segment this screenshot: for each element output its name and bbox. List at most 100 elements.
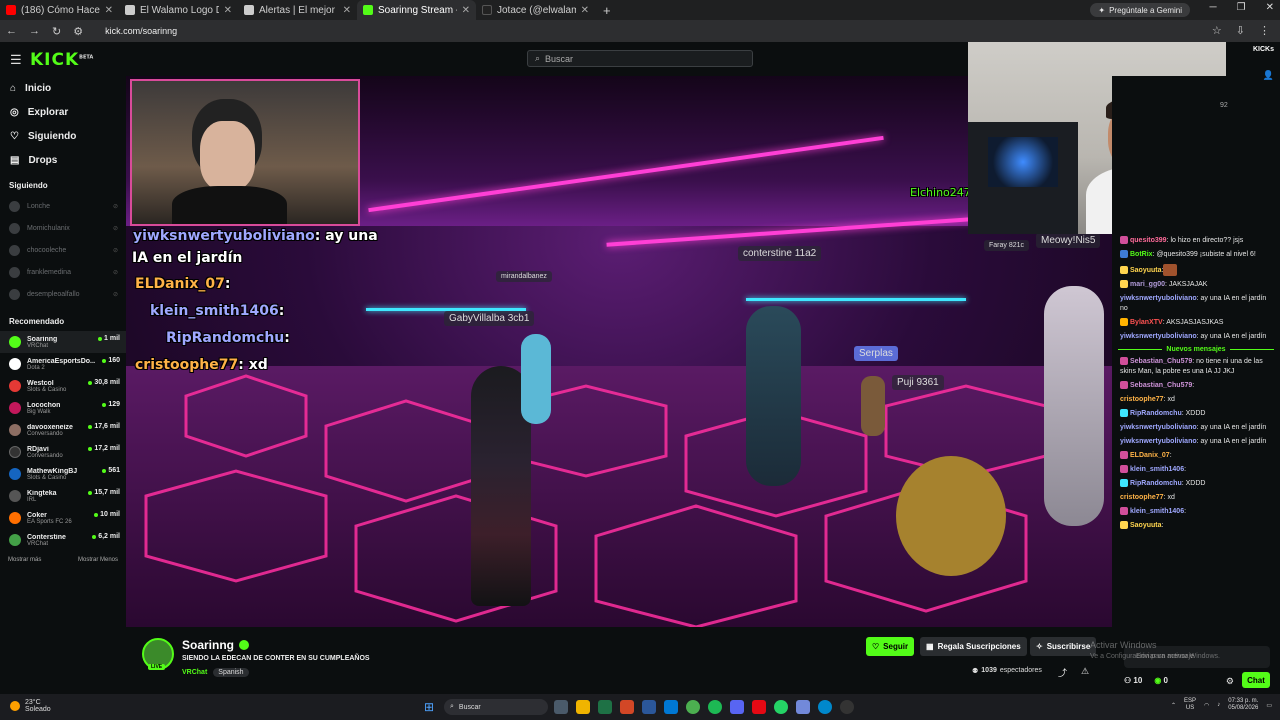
search-input[interactable]: ⌕ Buscar [527,50,753,67]
back-icon[interactable]: ← [6,25,17,37]
channel-name[interactable]: Soarinng [182,638,234,652]
app-icon[interactable] [796,700,810,714]
spotify-icon[interactable] [708,700,722,714]
following-item[interactable]: chocooleche ⊘ [0,239,126,261]
download-icon[interactable]: ⇩ [1236,24,1245,37]
menu-dots-icon[interactable]: ⋮ [1259,24,1270,37]
report-icon[interactable]: ⚠ [1081,666,1089,677]
discord-icon[interactable] [730,700,744,714]
chat-user[interactable]: ELDanix_07 [1130,452,1170,459]
chat-user[interactable]: Sebastian_Chu579 [1130,382,1192,389]
close-tab-icon[interactable]: ✕ [581,5,589,16]
recommended-item[interactable]: Locochon Big Walk 129 [0,397,126,419]
chat-user[interactable]: cristoophe77 [1120,494,1164,501]
chat-user[interactable]: yiwksnwertyuboliviano [1120,333,1197,340]
chat-user[interactable]: Saoyuuta [1130,267,1162,274]
user-icon[interactable]: 👤 [1263,70,1274,81]
chat-user[interactable]: BotRix [1130,251,1153,258]
kicks-label[interactable]: KICKs [1253,46,1274,53]
chat-user[interactable]: Sebastian_Chu579 [1130,358,1192,365]
browser-tab[interactable]: (186) Cómo Hacer Streams en R ✕ [0,0,119,20]
close-tab-icon[interactable]: ✕ [462,5,470,16]
chat-user[interactable]: klein_smith1406 [1130,466,1184,473]
chat-user[interactable]: yiwksnwertyuboliviano [1120,295,1197,302]
file-explorer-icon[interactable] [576,700,590,714]
recommended-item[interactable]: Kingteka IRL 15,7 mil [0,485,126,507]
powerpoint-icon[interactable] [620,700,634,714]
volume-icon[interactable]: ♪ [1217,702,1220,708]
taskbar-search[interactable]: ⌕ Buscar [444,699,548,715]
close-tab-icon[interactable]: ✕ [105,5,113,16]
category-link[interactable]: VRChat [182,669,207,676]
nav-item-explorar[interactable]: ◎ Explorar [10,100,116,124]
chat-user[interactable]: cristoophe77 [1120,396,1164,403]
follow-button[interactable]: ♡ Seguir [866,637,915,656]
share-icon[interactable]: ⤴ [1058,666,1067,679]
recommended-item[interactable]: Soarinng VRChat 1 mil [0,331,126,353]
show-more-link[interactable]: Mostrar más [8,557,41,563]
browser-tab-active[interactable]: Soarinng Stream - Watch Li ✕ [357,0,476,20]
recommended-item[interactable]: Coker EA Sports FC 26 10 mil [0,507,126,529]
chat-user[interactable]: BylanXTV [1130,319,1163,326]
close-tab-icon[interactable]: ✕ [224,5,232,16]
browser-tab[interactable]: El Walamo Logo Design ✕ [119,0,238,20]
chat-user[interactable]: RipRandomchu [1130,410,1182,417]
nav-item-drops[interactable]: ▤ Drops [10,148,116,172]
chat-user[interactable]: quesito399 [1130,237,1167,244]
chat-user[interactable]: RipRandomchu [1130,480,1182,487]
browser-tab[interactable]: Jotace (@elwalamos) | TikTok ✕ [476,0,595,20]
following-item[interactable]: desempleoalfallo ⊘ [0,283,126,305]
recommended-item[interactable]: MathewKingBJ Slots & Casino 561 [0,463,126,485]
chat-user[interactable]: yiwksnwertyuboliviano [1120,424,1197,431]
show-less-link[interactable]: Mostrar Menos [78,557,118,563]
telegram-icon[interactable] [818,700,832,714]
recommended-item[interactable]: AmericaEsportsDo... Dota 2 160 [0,353,126,375]
site-info-icon[interactable]: ⚙ [73,25,83,38]
bookmark-star-icon[interactable]: ☆ [1212,24,1222,37]
close-tab-icon[interactable]: ✕ [343,5,351,16]
points-display[interactable]: ⚇ 10 [1124,676,1142,685]
recommended-item[interactable]: davooxeneize Conversando 17,6 mil [0,419,126,441]
send-chat-button[interactable]: Chat [1242,672,1270,688]
tray-chevron-icon[interactable]: ⌃ [1171,702,1176,709]
new-tab-icon[interactable]: + [595,3,619,18]
language-tag[interactable]: Spanish [213,668,249,677]
recommended-item[interactable]: Westcol Slots & Casino 30,8 mil [0,375,126,397]
settings-gear-icon[interactable]: ⚙ [1226,676,1234,687]
reload-icon[interactable]: ↻ [52,25,61,38]
whatsapp-icon[interactable] [774,700,788,714]
following-item[interactable]: Lonche ⊘ [0,195,126,217]
maximize-icon[interactable]: ❐ [1237,2,1246,13]
close-window-icon[interactable]: ✕ [1266,2,1274,13]
task-view-icon[interactable] [554,700,568,714]
hamburger-menu-icon[interactable]: ☰ [10,52,22,68]
word-icon[interactable] [642,700,656,714]
nav-item-inicio[interactable]: ⌂ Inicio [10,76,116,100]
wifi-icon[interactable]: ◠ [1204,702,1209,709]
gemini-button[interactable]: ✦ Pregúntale a Gemini [1090,3,1190,17]
minimize-icon[interactable]: ─ [1210,2,1217,13]
recommended-item[interactable]: Conterstine VRChat 6,2 mil [0,529,126,551]
chat-user[interactable]: klein_smith1406 [1130,508,1184,515]
chat-user[interactable]: yiwksnwertyuboliviano [1120,438,1197,445]
recommended-item[interactable]: RDjavi Conversando 17,2 mil [0,441,126,463]
language-indicator[interactable]: ESP US [1184,698,1196,712]
clock[interactable]: 07:33 p. m. 05/08/2026 [1228,698,1258,712]
video-player[interactable]: yiwksnwertyuboliviano: ay una IA en el j… [126,76,1112,627]
url-field[interactable]: kick.com/soarinng [105,26,177,36]
nav-item-siguiendo[interactable]: ♡ Siguiendo [10,124,116,148]
following-item[interactable]: franklemedina ⊘ [0,261,126,283]
subscribe-button[interactable]: ✧ Suscribirse [1030,637,1097,656]
netflix-icon[interactable] [752,700,766,714]
kick-logo[interactable]: KICKBETA [30,50,93,70]
edge-icon[interactable] [664,700,678,714]
browser-tab[interactable]: Alertas | El mejor software para ✕ [238,0,357,20]
gift-subs-button[interactable]: ▦ Regala Suscripciones [920,637,1027,656]
notification-icon[interactable]: ▭ [1266,702,1272,709]
following-item[interactable]: Momichulanix ⊘ [0,217,126,239]
windows-start-icon[interactable]: ⊞ [424,700,434,714]
chat-user[interactable]: Saoyuuta [1130,522,1162,529]
weather-widget[interactable]: 23°C Soleado [10,699,51,713]
chat-user[interactable]: mari_gg00 [1130,281,1165,288]
excel-icon[interactable] [598,700,612,714]
